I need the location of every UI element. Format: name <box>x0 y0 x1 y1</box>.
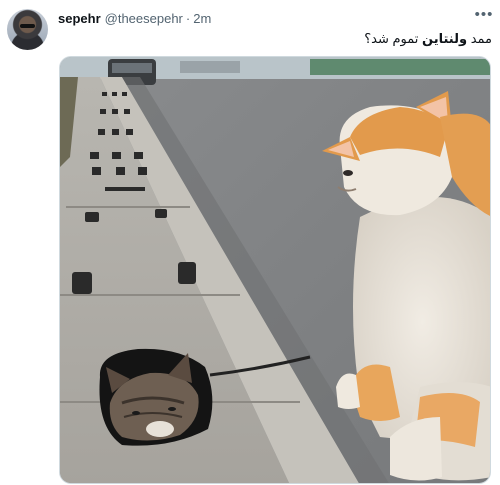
cat-in-pothole-photo <box>60 57 490 483</box>
tweet-header: sepehr @theesepehr · 2m <box>58 11 211 29</box>
author-display-name[interactable]: sepehr <box>58 11 101 26</box>
header-separator: · <box>185 11 191 26</box>
tweet-text-before: ممد <box>467 31 492 46</box>
tweet-text-after: تموم شد؟ <box>364 31 423 46</box>
tweet-photo[interactable] <box>59 56 491 484</box>
avatar[interactable] <box>7 9 48 50</box>
tweet-timestamp[interactable]: 2m <box>193 11 211 26</box>
tweet-text-bold: ولنتاین <box>422 31 468 46</box>
tweet-text: ممد ولنتاین تموم شد؟ <box>364 31 492 47</box>
more-horizontal-icon: ••• <box>474 5 494 23</box>
tweet-card[interactable]: sepehr @theesepehr · 2m ••• ممد ولنتاین … <box>0 0 500 485</box>
more-options-button[interactable]: ••• <box>474 4 494 24</box>
author-handle[interactable]: @theesepehr <box>105 11 183 26</box>
avatar-glasses <box>20 24 35 28</box>
